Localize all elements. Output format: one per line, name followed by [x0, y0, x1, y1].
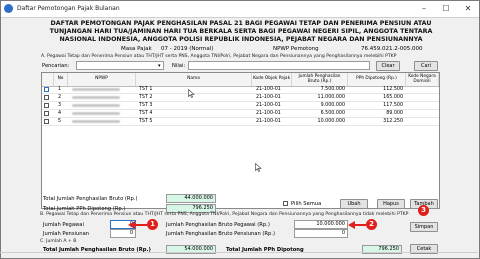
total-bruto-a-value: 44.000.000 [166, 194, 216, 203]
table-header: No NPWP Nama Kode Objek Pajak Jumlah Pen… [42, 73, 439, 87]
annotation-badge-2: 2 [366, 219, 377, 230]
row-kode: 21-100-01 [256, 119, 281, 124]
npwp-redacted [72, 96, 120, 99]
row-no: 1 [58, 87, 62, 92]
header-nama: Nama [136, 73, 252, 86]
row-no: 5 [58, 119, 62, 124]
header-npwp: NPWP [68, 73, 136, 86]
annotation-arrow-1 [135, 224, 147, 226]
search-label: Pencarian: [42, 63, 70, 69]
npwp-redacted [72, 120, 120, 123]
annotation-arrow-1-head [128, 221, 135, 229]
pilih-semua-checkbox[interactable] [283, 201, 288, 206]
row-nama: TST 2 [139, 95, 153, 100]
section-c-label: C. Jumlah A + B [40, 239, 77, 244]
table-row[interactable]: 1 TST 1 21-100-01 7.500.000 112.500 [42, 86, 439, 94]
nilai-input[interactable] [188, 61, 370, 70]
table-row[interactable]: 4 TST 4 21-100-01 6.500.000 89.000 [42, 110, 439, 118]
row-nama: TST 5 [139, 119, 153, 124]
row-kode: 21-100-01 [256, 95, 281, 100]
npwp-redacted [72, 88, 120, 91]
nilai-label: Nilai: [172, 63, 186, 69]
row-bruto: 7.500.000 [320, 87, 345, 92]
npwp-redacted [72, 104, 120, 107]
search-category-select[interactable] [76, 61, 164, 70]
bruto-pegawai-input[interactable]: 10.000.000 [294, 220, 348, 229]
cari-button[interactable]: Cari [414, 61, 438, 71]
simpan-button[interactable]: Simpan [410, 222, 438, 232]
status-bar [0, 252, 478, 259]
header-select [42, 73, 54, 86]
bruto-pensiunan-input[interactable]: 0 [294, 229, 348, 238]
npwp-redacted [72, 112, 120, 115]
header-kode-objek: Kode Objek Pajak [252, 73, 292, 86]
row-nama: TST 1 [139, 87, 153, 92]
row-bruto: 9.000.000 [320, 103, 345, 108]
row-pph: 89.000 [386, 111, 403, 116]
table-row[interactable]: 3 TST 3 21-100-01 9.000.000 117.500 [42, 102, 439, 110]
row-checkbox[interactable] [44, 87, 49, 92]
bruto-pegawai-label: Jumlah Penghasilan Bruto Pegawai (Rp.) [166, 222, 270, 228]
row-bruto: 10.000.000 [317, 119, 345, 124]
row-kode: 21-100-01 [256, 103, 281, 108]
ubah-button[interactable]: Ubah [340, 199, 368, 209]
annotation-arrow-2-head [348, 221, 355, 229]
row-pph: 165.000 [383, 95, 403, 100]
total-bruto-a-label: Total Jumlah Penghasilan Bruto (Rp.) [43, 196, 138, 202]
mouse-cursor-icon [188, 89, 195, 98]
hapus-button[interactable]: Hapus [377, 199, 405, 209]
header-bruto: Jumlah Penghasilan Bruto (Rp.) [292, 73, 348, 86]
chevron-down-icon[interactable]: ▾ [158, 63, 161, 69]
row-nama: TST 3 [139, 103, 153, 108]
row-bruto: 6.500.000 [320, 111, 345, 116]
jumlah-pensiunan-label: Jumlah Pensiunan [43, 231, 90, 237]
row-pph: 112.500 [383, 87, 403, 92]
row-bruto: 11.000.000 [317, 95, 345, 100]
annotation-badge-3: 3 [418, 205, 429, 216]
jumlah-pegawai-label: Jumlah Pegawai [43, 222, 84, 228]
row-no: 4 [58, 111, 62, 116]
row-pph: 312.250 [383, 119, 403, 124]
header-no: No [54, 73, 68, 86]
row-checkbox[interactable] [44, 119, 49, 124]
section-b-label: B. Pegawai Tetap dan Penerima Pensiun at… [40, 212, 409, 217]
table-row[interactable]: 5 TST 5 21-100-01 10.000.000 312.250 [42, 118, 439, 126]
data-table: No NPWP Nama Kode Objek Pajak Jumlah Pen… [41, 72, 440, 209]
row-nama: TST 4 [139, 111, 153, 116]
jumlah-pensiunan-input[interactable]: 0 [110, 229, 136, 238]
annotation-badge-1: 1 [147, 219, 158, 230]
table-row[interactable]: 2 TST 2 21-100-01 11.000.000 165.000 [42, 94, 439, 102]
row-no: 3 [58, 103, 62, 108]
row-no: 2 [58, 95, 62, 100]
annotation-arrow-2 [355, 224, 366, 226]
mouse-cursor-icon [255, 163, 262, 172]
row-checkbox[interactable] [44, 111, 49, 116]
row-kode: 21-100-01 [256, 111, 281, 116]
row-checkbox[interactable] [44, 103, 49, 108]
bruto-pensiunan-label: Jumlah Penghasilan Bruto Pensiunan (Rp.) [166, 231, 275, 237]
header-pph: PPh Dipotong (Rp.) [348, 73, 406, 86]
row-checkbox[interactable] [44, 95, 49, 100]
row-kode: 21-100-01 [256, 87, 281, 92]
row-pph: 117.500 [383, 103, 403, 108]
pilih-semua-label: Pilih Semua [291, 201, 322, 207]
header-negara: Kode Negara Domisili [406, 73, 439, 86]
clear-button[interactable]: Clear [376, 61, 400, 71]
